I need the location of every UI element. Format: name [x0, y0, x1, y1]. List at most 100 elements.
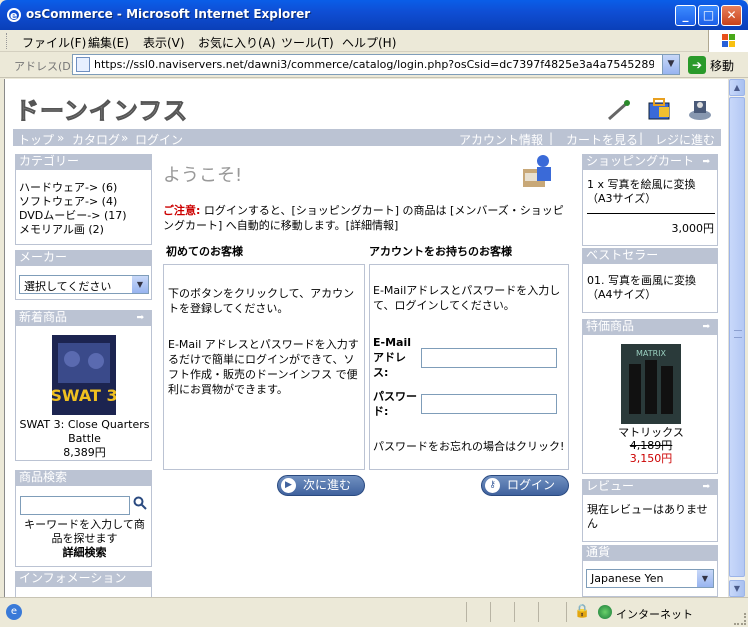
- welcome-mascot-icon: [523, 155, 551, 187]
- currency-select[interactable]: Japanese Yen ▼: [586, 569, 714, 588]
- cart-bag-icon[interactable]: [646, 95, 674, 123]
- maker-select-value: 選択してください: [24, 280, 112, 293]
- register-icon[interactable]: [686, 95, 714, 123]
- maker-select[interactable]: 選択してください ▼: [19, 275, 149, 294]
- page-status-icon: e: [6, 604, 22, 620]
- continue-button[interactable]: ▶ 次に進む: [277, 475, 365, 496]
- search-icon[interactable]: [133, 496, 147, 510]
- scroll-up-button[interactable]: ▲: [729, 79, 745, 96]
- maker-header: メーカー: [15, 250, 152, 265]
- new-products-header: 新着商品 ➡: [15, 310, 152, 325]
- maker-box: 選択してください ▼: [15, 265, 152, 300]
- breadcrumb: トップ » カタログ » ログイン アカウント情報 | カートを見る | レジに…: [13, 129, 721, 148]
- go-arrow-icon[interactable]: ➔: [688, 56, 706, 74]
- password-field[interactable]: [421, 394, 557, 414]
- play-icon: ▶: [281, 478, 296, 493]
- security-zone: インターネット: [616, 608, 693, 621]
- menu-help[interactable]: ヘルプ(H): [342, 34, 396, 51]
- more-arrow-icon[interactable]: ➡: [702, 480, 710, 495]
- go-button[interactable]: 移動: [710, 57, 734, 74]
- chevron-down-icon: ▼: [697, 570, 713, 587]
- link-view-cart[interactable]: カートを見る: [566, 131, 638, 148]
- special-old-price: 4,189円: [629, 439, 673, 452]
- category-memorial[interactable]: メモリアル画 (2): [19, 221, 104, 237]
- site-logo[interactable]: ドーンインフス: [14, 91, 188, 126]
- window-title: osCommerce - Microsoft Internet Explorer: [26, 7, 311, 21]
- reviews-box: 現在レビューはありません: [582, 494, 718, 542]
- categories-header: カテゴリー: [15, 154, 152, 169]
- address-url[interactable]: https://ssl0.naviservers.net/dawni3/comm…: [94, 58, 654, 71]
- key-icon: ⚷: [485, 478, 500, 493]
- close-button[interactable]: ✕: [721, 5, 742, 26]
- link-account-info[interactable]: アカウント情報: [459, 131, 543, 148]
- address-label: アドレス(D): [14, 60, 76, 73]
- new-product-price: 8,389円: [63, 446, 106, 459]
- page-icon: [76, 57, 90, 72]
- more-arrow-icon[interactable]: ➡: [702, 320, 710, 335]
- currency-header: 通貨: [582, 545, 718, 560]
- swat3-cover-text: SWAT 3: [52, 386, 116, 405]
- new-customer-panel: 下のボタンをクリックして、アカウントを登録してください。 E-Mail アドレス…: [163, 264, 365, 470]
- link-sep: |: [549, 131, 554, 145]
- scroll-thumb[interactable]: [729, 97, 745, 577]
- notice-label: ご注意:: [163, 204, 201, 217]
- scroll-down-button[interactable]: ▼: [729, 580, 745, 597]
- login-button[interactable]: ⚷ ログイン: [481, 475, 569, 496]
- swat3-cover-image[interactable]: SWAT 3: [52, 335, 116, 415]
- new-customer-text-2: E-Mail アドレスとパスワードを入力するだけで簡単にログインができて、ソフト…: [168, 338, 359, 396]
- breadcrumb-top[interactable]: トップ: [18, 131, 54, 148]
- special-product-name[interactable]: マトリックス: [583, 426, 719, 440]
- new-product-name[interactable]: SWAT 3: Close Quarters Battle: [16, 418, 153, 446]
- search-header: 商品検索: [15, 470, 152, 485]
- link-sep: |: [639, 131, 644, 145]
- specials-title: 特価商品: [586, 319, 635, 333]
- breadcrumb-sep: »: [121, 131, 129, 145]
- maximize-button[interactable]: □: [698, 5, 719, 26]
- breadcrumb-login[interactable]: ログイン: [135, 131, 183, 148]
- more-arrow-icon[interactable]: ➡: [702, 155, 710, 170]
- reviews-title: レビュー: [586, 479, 635, 493]
- new-customer-title: 初めてのお客様: [166, 245, 243, 258]
- advanced-search-link[interactable]: 詳細検索: [16, 546, 153, 560]
- address-dropdown-icon[interactable]: ▼: [662, 55, 679, 74]
- status-divider: [514, 602, 515, 622]
- returning-customer-title: アカウントをお持ちのお客様: [369, 245, 512, 258]
- cart-box: 1 x 写真を絵風に変換（A3サイズ） 3,000円: [582, 169, 718, 246]
- currency-box: Japanese Yen ▼: [582, 560, 718, 597]
- reviews-text: 現在レビューはありません: [587, 503, 708, 530]
- returning-customer-panel: E-Mailアドレスとパスワードを入力して、ログインしてください。 E-Mail…: [369, 264, 569, 470]
- menu-edit[interactable]: 編集(E): [88, 34, 129, 51]
- login-notice: ご注意: ログインすると、[ショッピングカート] の商品は [メンバーズ・ショッ…: [163, 203, 573, 233]
- address-input[interactable]: https://ssl0.naviservers.net/dawni3/comm…: [72, 54, 680, 75]
- vertical-scrollbar[interactable]: ▲ ▼: [728, 79, 745, 597]
- specials-box: MATRIX マトリックス 4,189円 3,150円: [582, 334, 718, 474]
- tools-icon[interactable]: [605, 95, 633, 123]
- menu-tools[interactable]: ツール(T): [281, 34, 334, 51]
- categories-box: ハードウェア-> (6) ソフトウェア-> (4) DVDムービー-> (17)…: [15, 169, 152, 245]
- link-checkout[interactable]: レジに進む: [655, 131, 715, 148]
- lock-icon[interactable]: 🔒: [574, 604, 590, 619]
- ie-logo-icon: e: [7, 8, 21, 22]
- bestseller-item[interactable]: 01. 写真を画風に変換（A4サイズ）: [587, 274, 715, 302]
- cart-title: ショッピングカート: [586, 154, 695, 168]
- forgot-password-link[interactable]: パスワードをお忘れの場合はクリック!: [373, 439, 567, 454]
- page-content: ドーンインフス トップ » カタログ » ログイン アカウント情報 | カートを…: [4, 79, 728, 597]
- search-input[interactable]: [20, 496, 130, 515]
- menu-favorites[interactable]: お気に入り(A): [198, 34, 276, 51]
- breadcrumb-catalog[interactable]: カタログ: [72, 131, 120, 148]
- matrix-cover-image[interactable]: MATRIX: [621, 344, 681, 424]
- menu-view[interactable]: 表示(V): [143, 34, 185, 51]
- cart-divider: [587, 213, 715, 214]
- information-box: [15, 586, 152, 597]
- resize-grip[interactable]: [734, 613, 746, 625]
- minimize-button[interactable]: _: [675, 5, 696, 26]
- status-divider: [466, 602, 467, 622]
- status-divider: [490, 602, 491, 622]
- menu-file[interactable]: ファイル(F): [22, 34, 86, 51]
- email-field[interactable]: [421, 348, 557, 368]
- cart-item[interactable]: 1 x 写真を絵風に変換（A3サイズ）: [587, 178, 715, 206]
- breadcrumb-sep: »: [57, 131, 65, 145]
- more-arrow-icon[interactable]: ➡: [136, 311, 144, 326]
- continue-label: 次に進む: [303, 478, 352, 492]
- notice-text: ログインすると、[ショッピングカート] の商品は [メンバーズ・ショッピングカー…: [163, 204, 564, 232]
